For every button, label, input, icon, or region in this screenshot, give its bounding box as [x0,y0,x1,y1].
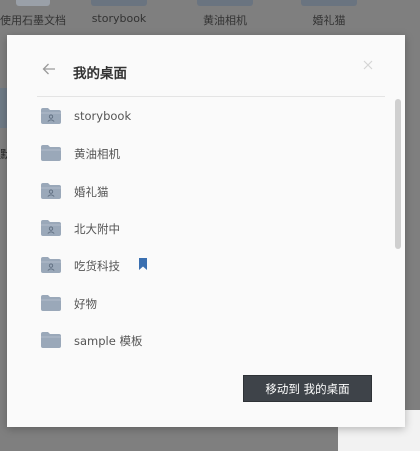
shared-folder-icon [41,219,61,236]
folder-row[interactable]: sample 模板 [37,327,387,357]
move-dialog: 我的桌面 storybook 黄油相机婚礼猫北大附中吃货科技好物 sample 模板… [7,35,405,427]
shared-folder-icon [41,108,61,124]
folder-label: storybook [74,109,132,123]
dialog-header: 我的桌面 [7,35,405,97]
background-doc-item: 使用石墨文档 [0,0,66,28]
folder-icon [41,331,61,348]
folder-row[interactable]: 北大附中 [37,215,387,245]
folder-label: sample 模板 [74,333,143,348]
background-doc-item: 婚礼猫 [296,0,362,28]
shared-folder-icon [41,182,61,199]
folder-icon [41,294,61,311]
move-to-button[interactable]: 移动到 我的桌面 [243,375,372,402]
folder-icon [41,145,61,162]
folder-row[interactable]: 吃货科技 [37,252,387,282]
folder-label: 北大附中 [74,221,120,236]
background-doc-strip: 使用石墨文档 storybook 黄油相机 婚礼猫 [0,0,420,34]
folder-row[interactable]: 黄油相机 [37,140,387,170]
folder-label: 黄油相机 [74,147,120,162]
folder-label: 好物 [74,296,97,311]
background-doc-item: 黄油相机 [192,0,258,28]
bookmark-icon [139,258,147,271]
folder-row[interactable]: storybook [37,103,387,133]
arrow-left-icon[interactable] [41,61,57,77]
dialog-title: 我的桌面 [73,66,127,82]
background-doc-item: storybook [86,0,152,25]
shared-folder-icon [41,257,61,274]
folder-label: 吃货科技 [74,259,120,274]
folder-row[interactable]: 婚礼猫 [37,178,387,208]
scrollbar[interactable] [395,99,401,249]
close-icon[interactable] [362,59,374,71]
folder-label: 婚礼猫 [74,184,109,199]
folder-list: storybook 黄油相机婚礼猫北大附中吃货科技好物 sample 模板 [7,97,405,359]
folder-row[interactable]: 好物 [37,290,387,320]
